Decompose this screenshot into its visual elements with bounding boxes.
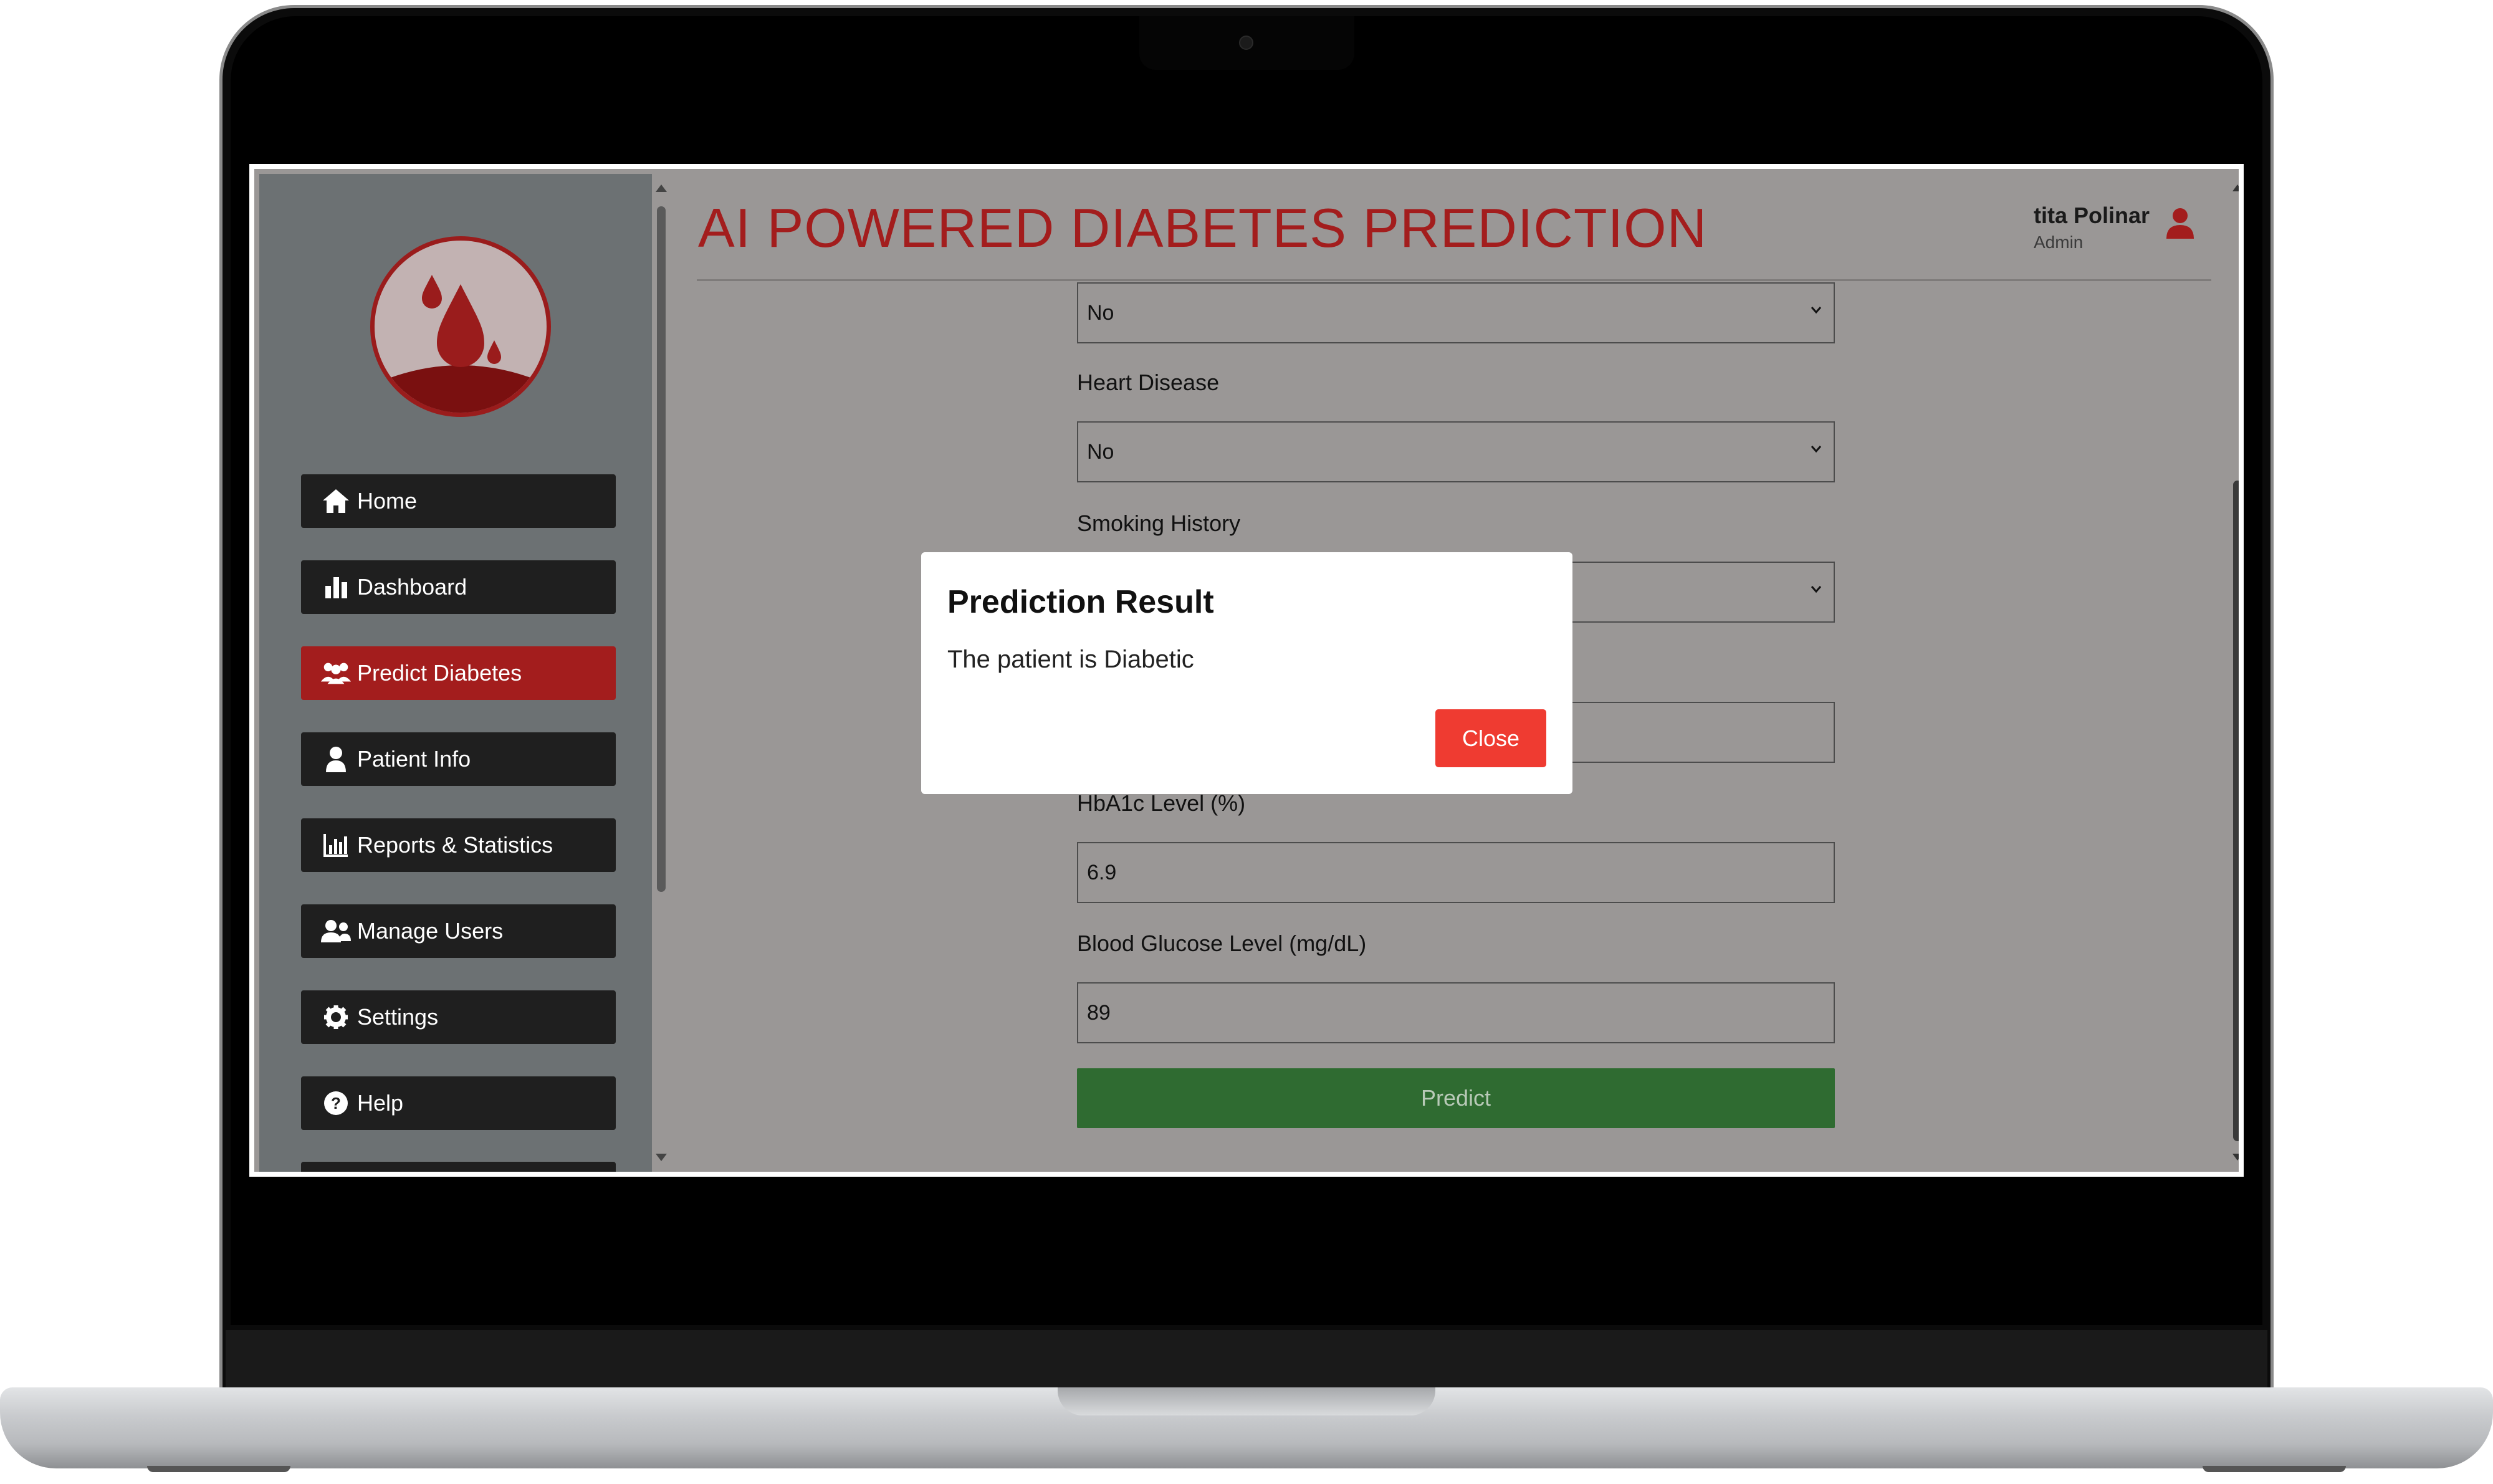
input-value: 89 bbox=[1087, 1000, 1111, 1025]
laptop-foot-right bbox=[2203, 1466, 2346, 1472]
home-icon bbox=[320, 485, 352, 517]
users-icon bbox=[320, 915, 352, 947]
hba1c-input[interactable]: 6.9 bbox=[1077, 842, 1835, 903]
modal-message: The patient is Diabetic bbox=[947, 646, 1194, 673]
sidebar-item-home[interactable]: Home bbox=[301, 474, 616, 528]
sidebar-scroll-down-icon[interactable] bbox=[656, 1154, 667, 1161]
chart-icon bbox=[320, 829, 352, 861]
sidebar-item-dashboard[interactable]: Dashboard bbox=[301, 560, 616, 614]
lower-bezel bbox=[226, 1330, 2267, 1395]
predict-button[interactable]: Predict bbox=[1077, 1068, 1835, 1128]
user-name: tita Polinar bbox=[2034, 203, 2150, 228]
page-title: AI POWERED DIABETES PREDICTION bbox=[698, 197, 1708, 259]
sidebar-item-settings[interactable]: Settings bbox=[301, 990, 616, 1044]
users-group-icon bbox=[320, 657, 352, 689]
heart-disease-label: Heart Disease bbox=[1077, 370, 1220, 395]
sidebar-scroll-up-icon[interactable] bbox=[656, 184, 667, 192]
bar-chart-icon bbox=[320, 571, 352, 603]
select-value: No bbox=[1087, 439, 1114, 464]
svg-text:?: ? bbox=[331, 1094, 341, 1113]
sidebar-item-label: Dashboard bbox=[357, 574, 467, 600]
chevron-down-icon bbox=[1811, 307, 1822, 314]
sidebar-item-label: Help bbox=[357, 1090, 404, 1116]
glucose-label: Blood Glucose Level (mg/dL) bbox=[1077, 931, 1367, 956]
modal-title: Prediction Result bbox=[947, 584, 1214, 620]
sidebar-item-patient-info[interactable]: Patient Info bbox=[301, 732, 616, 786]
sidebar-item-label: Predict Diabetes bbox=[357, 660, 522, 686]
user-icon[interactable] bbox=[2161, 205, 2199, 242]
main-scrollbar[interactable] bbox=[2233, 481, 2239, 1141]
chevron-down-icon bbox=[1811, 586, 1822, 593]
help-icon: ? bbox=[320, 1087, 352, 1119]
sidebar-item-label: Patient Info bbox=[357, 746, 471, 772]
sidebar-item-label: Settings bbox=[357, 1004, 439, 1030]
blood-drop-logo bbox=[370, 236, 551, 417]
smoking-history-label: Smoking History bbox=[1077, 510, 1241, 536]
laptop-base-notch bbox=[1058, 1387, 1435, 1415]
hba1c-label: HbA1c Level (%) bbox=[1077, 790, 1246, 816]
sidebar-item-label: Reports & Statistics bbox=[357, 832, 553, 858]
laptop-foot-left bbox=[147, 1466, 290, 1472]
heart-disease-select[interactable]: No bbox=[1077, 421, 1835, 482]
main-scroll-up-icon[interactable] bbox=[2232, 184, 2239, 191]
sidebar: Home Dashboard Predict Diabetes Patient … bbox=[259, 174, 652, 1172]
header-divider bbox=[697, 279, 2211, 281]
sidebar-item-help[interactable]: ? Help bbox=[301, 1076, 616, 1130]
sidebar-scrollbar[interactable] bbox=[657, 206, 666, 892]
glucose-input[interactable]: 89 bbox=[1077, 982, 1835, 1043]
gear-icon bbox=[320, 1001, 352, 1033]
sidebar-item-label: Home bbox=[357, 488, 418, 514]
close-button[interactable]: Close bbox=[1435, 709, 1546, 767]
sidebar-item-predict-diabetes[interactable]: Predict Diabetes bbox=[301, 646, 616, 700]
sidebar-item-manage-users[interactable]: Manage Users bbox=[301, 904, 616, 958]
select-prior-field[interactable]: No bbox=[1077, 282, 1835, 343]
sidebar-item-label: Manage Users bbox=[357, 918, 504, 944]
sidebar-item-partial[interactable] bbox=[301, 1162, 616, 1172]
app-screen: Home Dashboard Predict Diabetes Patient … bbox=[249, 164, 2244, 1177]
user-role: Admin bbox=[2034, 232, 2084, 252]
main-scroll-down-icon[interactable] bbox=[2232, 1154, 2239, 1161]
chevron-down-icon bbox=[1811, 446, 1822, 453]
camera-icon bbox=[1239, 36, 1253, 50]
user-icon bbox=[320, 743, 352, 775]
input-value: 6.9 bbox=[1087, 860, 1117, 884]
prediction-result-modal: Prediction Result The patient is Diabeti… bbox=[921, 552, 1572, 794]
select-value: No bbox=[1087, 300, 1114, 325]
sidebar-item-reports[interactable]: Reports & Statistics bbox=[301, 818, 616, 872]
